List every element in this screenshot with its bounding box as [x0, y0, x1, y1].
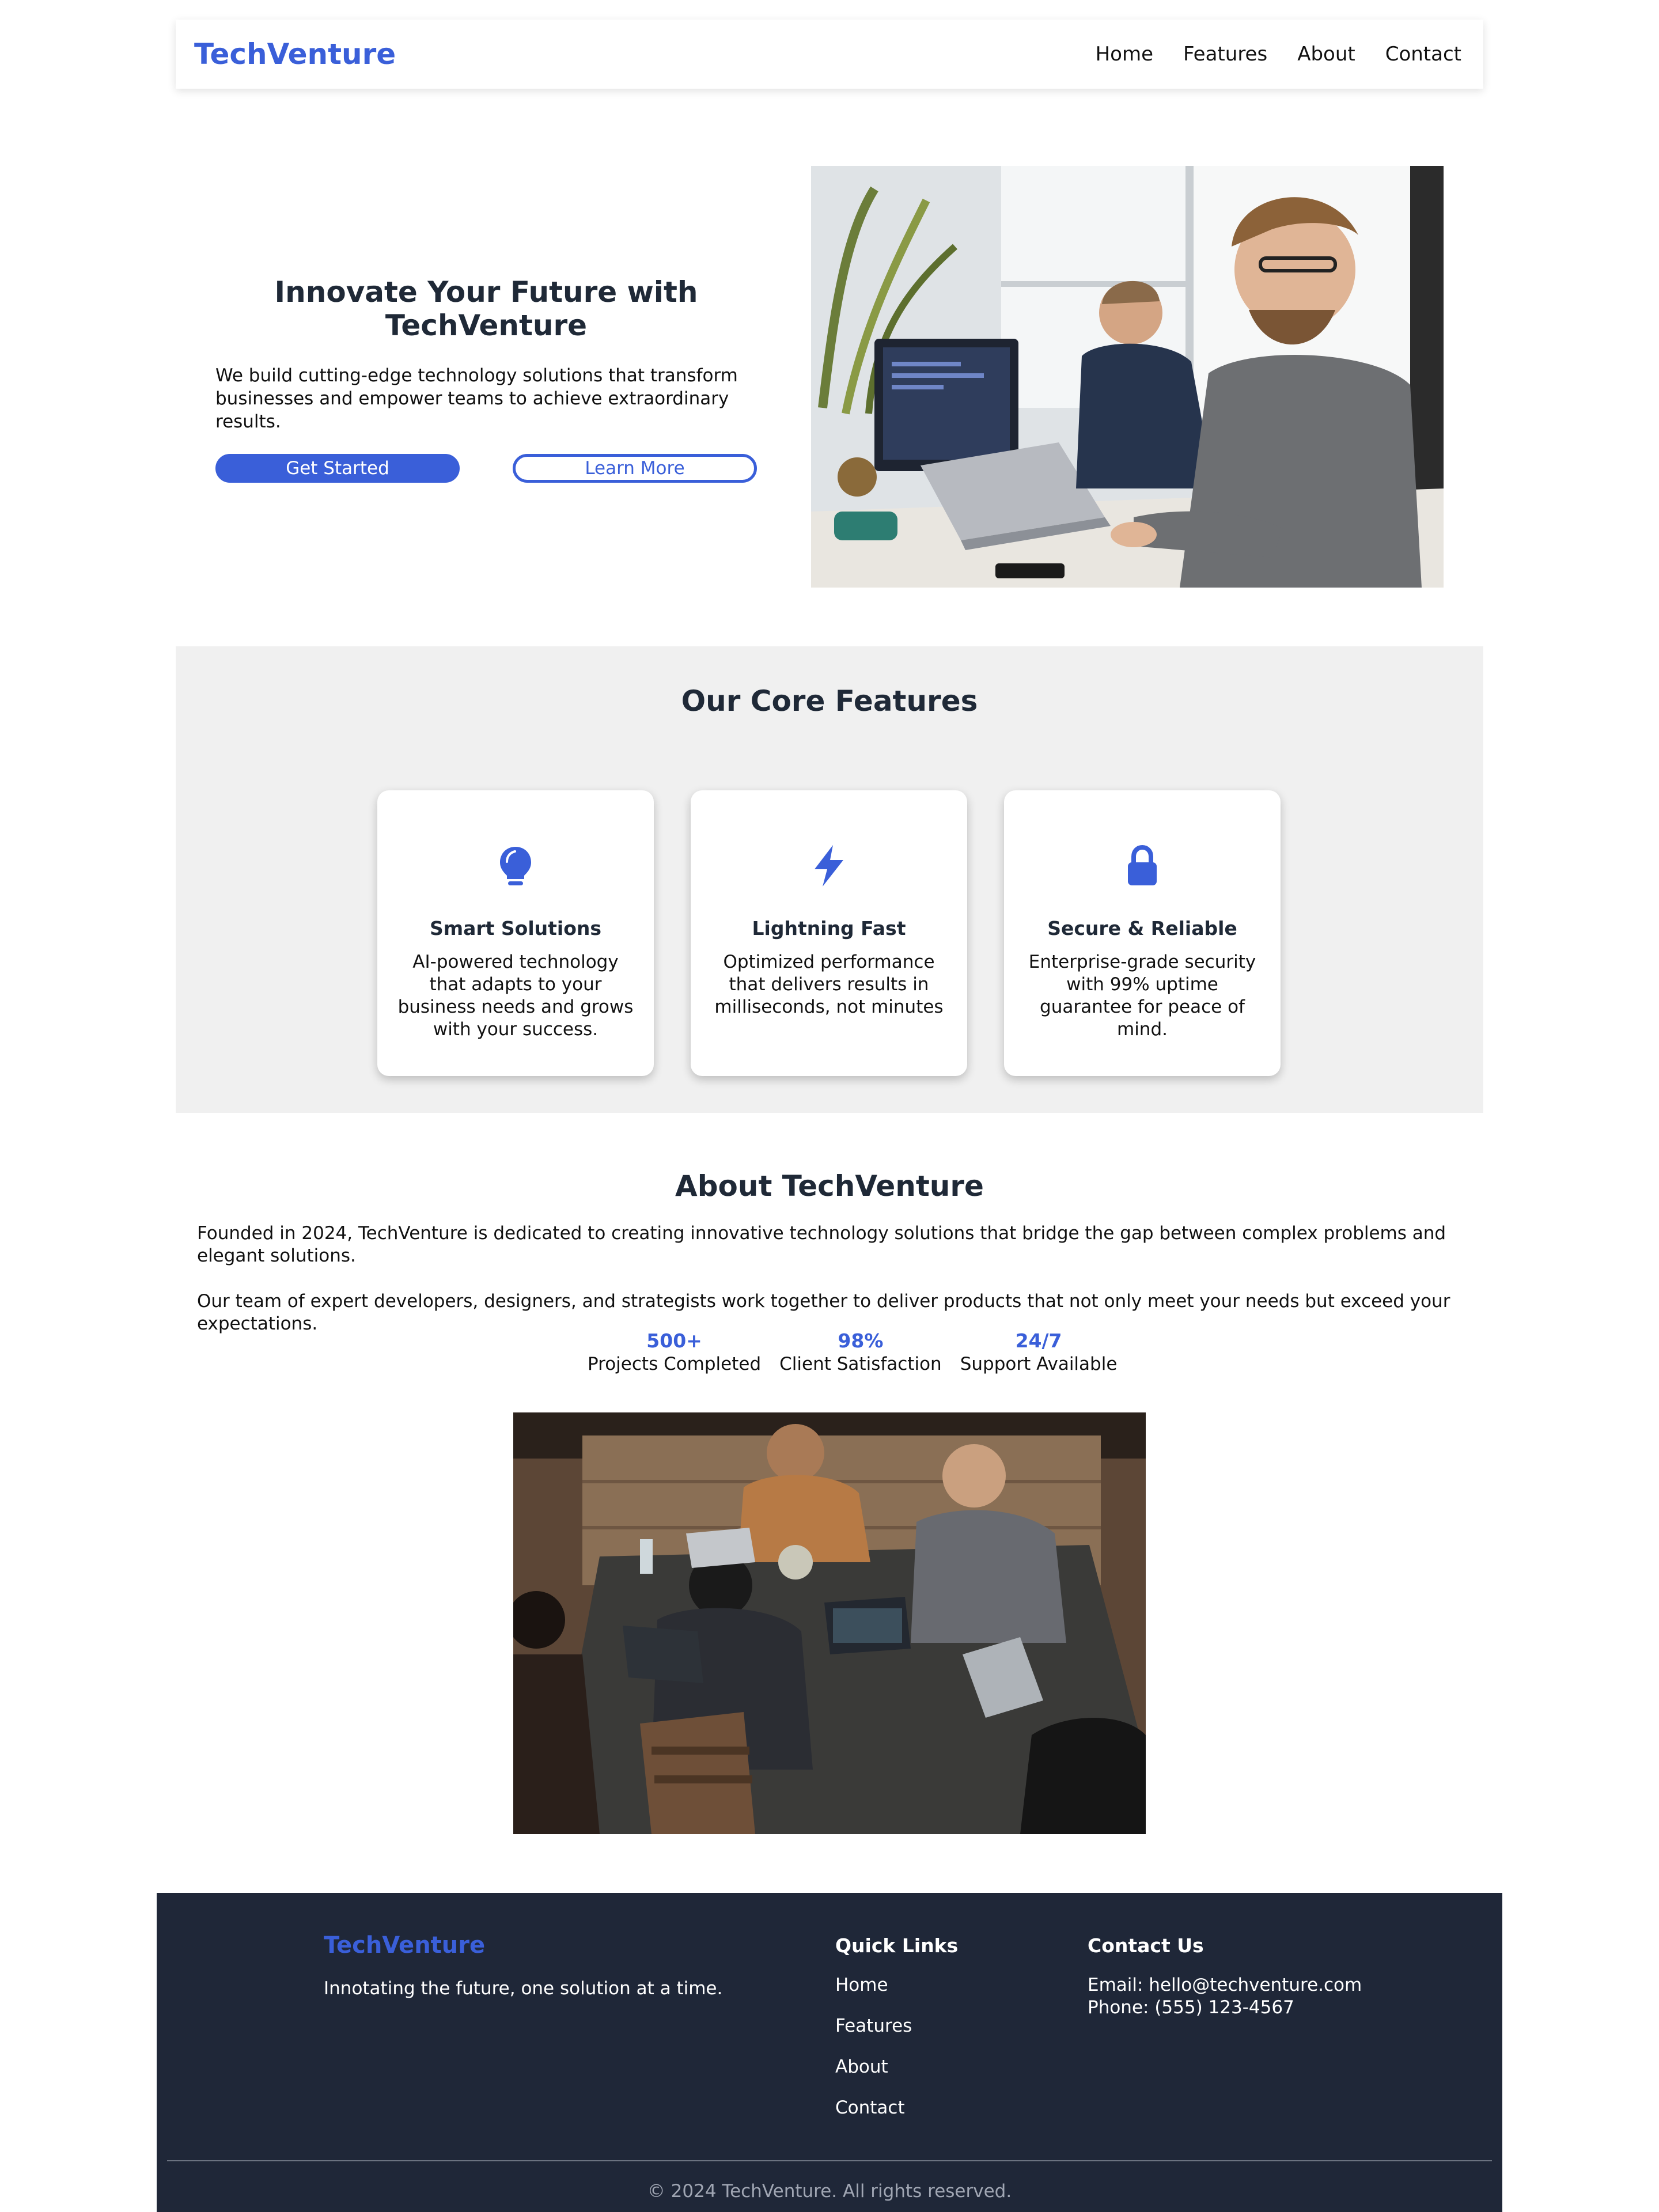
stat-value: 24/7 [1015, 1330, 1062, 1352]
lightning-icon [710, 841, 948, 891]
feature-title: Lightning Fast [752, 917, 906, 940]
stat-label: Projects Completed [588, 1354, 762, 1374]
footer-logo[interactable]: TechVenture [324, 1932, 722, 1959]
about-paragraph-1: Founded in 2024, TechVenture is dedicate… [197, 1223, 1446, 1266]
footer-divider [167, 2160, 1492, 2161]
footer-contact: Contact Us Email: hello@techventure.com … [1088, 1934, 1362, 2019]
hero-title: Innovate Your Future with TechVenture [274, 275, 698, 342]
nav-link-features[interactable]: Features [1183, 43, 1267, 66]
nav-link-home[interactable]: Home [1096, 43, 1153, 66]
feature-card-lightning-fast: Lightning Fast Optimized performance tha… [691, 790, 967, 1076]
footer: TechVenture Innotating the future, one s… [157, 1893, 1502, 2212]
feature-description: Enterprise-grade security with 99% uptim… [1028, 952, 1256, 1040]
footer-link-features[interactable]: Features [835, 2015, 958, 2037]
team-photo-illustration [513, 1412, 1146, 1834]
footer-quick-links: Quick Links Home Features About Contact [835, 1934, 958, 2119]
nav-links: Home Features About Contact [1096, 43, 1461, 66]
features-section: Our Core Features Smart Solutions AI-pow… [176, 646, 1483, 1113]
feature-card-secure-reliable: Secure & Reliable Enterprise-grade secur… [1004, 790, 1281, 1076]
feature-description: AI-powered technology that adapts to you… [397, 952, 634, 1040]
nav-link-about[interactable]: About [1297, 43, 1355, 66]
hero-content: Innovate Your Future with TechVenture We… [215, 275, 757, 483]
footer-link-contact[interactable]: Contact [835, 2097, 958, 2119]
feature-title: Secure & Reliable [1047, 917, 1237, 940]
footer-brand: TechVenture Innotating the future, one s… [324, 1932, 722, 1999]
hero-image [811, 166, 1444, 588]
stat-value: 98% [838, 1330, 884, 1352]
about-paragraph-2: Our team of expert developers, designers… [197, 1291, 1450, 1334]
footer-link-home[interactable]: Home [835, 1974, 958, 1997]
stat-value: 500+ [646, 1330, 702, 1352]
features-title: Our Core Features [681, 684, 978, 718]
get-started-button[interactable]: Get Started [215, 454, 460, 483]
lightbulb-icon [397, 841, 634, 891]
feature-card-smart-solutions: Smart Solutions AI-powered technology th… [377, 790, 654, 1076]
footer-link-about[interactable]: About [835, 2056, 958, 2078]
stat-support: 24/7 Support Available [960, 1330, 1118, 1376]
office-photo-illustration [811, 166, 1444, 588]
nav-link-contact[interactable]: Contact [1385, 43, 1461, 66]
stat-label: Support Available [960, 1354, 1118, 1374]
hero-description: We build cutting-edge technology solutio… [215, 365, 738, 432]
navbar: TechVenture Home Features About Contact [176, 20, 1483, 89]
stat-satisfaction: 98% Client Satisfaction [779, 1330, 942, 1376]
quick-links-heading: Quick Links [835, 1934, 959, 1957]
hero-buttons: Get Started Learn More [215, 454, 757, 483]
contact-email[interactable]: Email: hello@techventure.com [1088, 1974, 1362, 1997]
stat-label: Client Satisfaction [779, 1354, 942, 1374]
feature-description: Optimized performance that delivers resu… [714, 952, 944, 1017]
stats-row: 500+ Projects Completed 98% Client Satis… [588, 1330, 1117, 1376]
lock-icon [1024, 841, 1261, 891]
feature-cards: Smart Solutions AI-powered technology th… [377, 790, 1281, 1076]
footer-tagline: Innotating the future, one solution at a… [324, 1978, 723, 1999]
contact-phone[interactable]: Phone: (555) 123-4567 [1088, 1997, 1362, 2019]
about-title: About TechVenture [675, 1169, 984, 1203]
contact-heading: Contact Us [1088, 1934, 1204, 1957]
copyright: © 2024 TechVenture. All rights reserved. [647, 2181, 1012, 2202]
learn-more-button[interactable]: Learn More [513, 454, 757, 483]
site-logo[interactable]: TechVenture [194, 37, 396, 71]
feature-title: Smart Solutions [429, 917, 602, 940]
stat-projects: 500+ Projects Completed [588, 1330, 761, 1376]
team-image [513, 1412, 1146, 1834]
